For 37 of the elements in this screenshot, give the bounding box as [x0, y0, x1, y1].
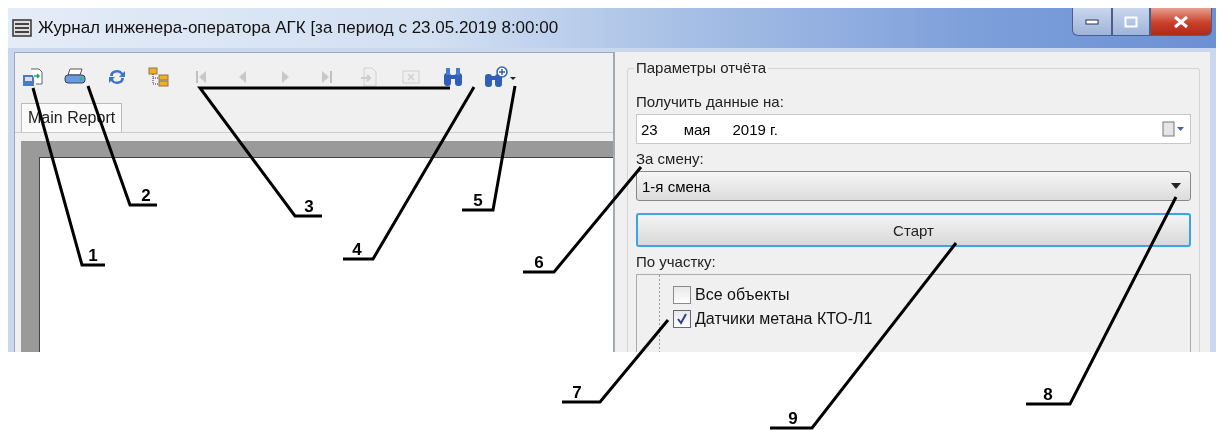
- date-year: 2019 г.: [732, 120, 778, 138]
- close-button[interactable]: [1150, 8, 1212, 36]
- tree-item[interactable]: Все объекты: [695, 286, 790, 304]
- checkbox[interactable]: [673, 310, 691, 328]
- callout-number: 8: [1043, 385, 1053, 404]
- minimize-button[interactable]: [1072, 8, 1112, 36]
- maximize-button[interactable]: [1112, 8, 1150, 36]
- callout-number: 4: [352, 240, 362, 259]
- window-icon: [12, 19, 32, 37]
- date-month: мая: [683, 120, 711, 138]
- caret-icon: [1170, 182, 1182, 190]
- field-label: За смену:: [636, 150, 705, 167]
- window-title: Журнал инженера-оператора АГК [за период с 23.05.2019 8:00:00: [38, 18, 559, 38]
- shift-dropdown[interactable]: 1-я смена: [636, 171, 1191, 201]
- printer-icon[interactable]: [63, 67, 87, 87]
- tree-icon[interactable]: [147, 67, 171, 87]
- date-field[interactable]: 23 мая 2019 г.: [636, 114, 1191, 144]
- callout-number: 5: [473, 191, 483, 210]
- date-day: 23: [641, 120, 658, 138]
- close-icon: [1173, 14, 1189, 29]
- callout-number: 9: [788, 409, 798, 428]
- search-icon[interactable]: [441, 67, 465, 87]
- field-label: Получить данные на:: [636, 93, 785, 110]
- callout-number: 3: [304, 197, 314, 216]
- callout-number: 2: [141, 186, 151, 205]
- checkbox[interactable]: [673, 286, 691, 304]
- maximize-icon: [1124, 15, 1138, 28]
- minimize-icon: [1085, 18, 1099, 25]
- callout-number: 6: [534, 253, 544, 272]
- callout-number: 1: [88, 246, 98, 265]
- field-label: По участку:: [636, 253, 717, 270]
- start-button[interactable]: Старт: [636, 213, 1191, 247]
- export-icon[interactable]: [21, 67, 45, 87]
- calendar-icon[interactable]: [1162, 121, 1186, 137]
- search-options-icon[interactable]: [483, 66, 517, 88]
- tree-item[interactable]: Датчики метана КТО-Л1: [695, 310, 873, 328]
- callout-number: 7: [572, 383, 582, 402]
